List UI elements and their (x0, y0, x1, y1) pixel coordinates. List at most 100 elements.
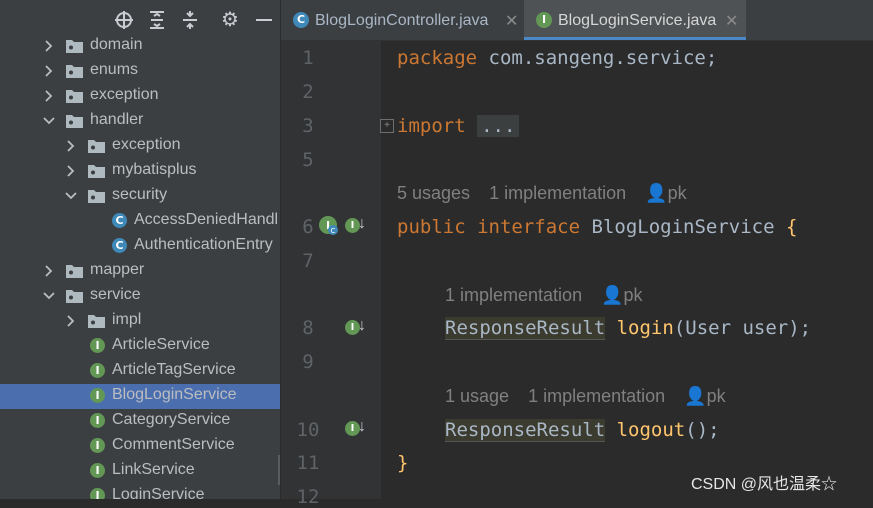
gear-icon[interactable]: ⚙ (220, 10, 240, 30)
tree-item-label: AuthenticationEntry (134, 236, 273, 253)
tree-item[interactable]: C AuthenticationEntry (0, 234, 280, 259)
interface-icon: I (90, 413, 105, 428)
implemented-down-arrow-icon[interactable]: ↓ (358, 418, 366, 436)
tree-item[interactable]: I ArticleService (0, 334, 280, 359)
interface-name: BlogLoginService (591, 216, 775, 238)
chevron-down-icon[interactable] (43, 113, 55, 129)
tree-item[interactable]: C AccessDeniedHandl (0, 209, 280, 234)
close-icon[interactable]: ✕ (505, 11, 518, 31)
tree-item[interactable]: service (0, 284, 280, 309)
implementations-hint[interactable]: 1 implementation (489, 183, 626, 203)
package-folder-icon (66, 264, 83, 278)
chevron-right-icon[interactable] (65, 138, 77, 154)
tree-item[interactable]: enums (0, 59, 280, 84)
tree-item[interactable]: handler (0, 109, 280, 134)
code-vision-hint[interactable]: 5 usages 1 implementation 👤pk (397, 183, 687, 204)
keyword: import (397, 115, 466, 137)
author-hint: pk (667, 183, 687, 203)
method-name: logout (616, 419, 686, 441)
line-number: 12 (296, 486, 320, 508)
line-number: 2 (302, 81, 314, 103)
method-name: login (616, 317, 674, 339)
package-folder-icon (66, 114, 83, 128)
tree-item[interactable]: I CategoryService (0, 409, 280, 434)
line-number: 7 (302, 250, 314, 272)
tree-item[interactable]: mapper (0, 259, 280, 284)
tab-blog-login-service[interactable]: I BlogLoginService.java ✕ (524, 0, 746, 40)
author-icon: 👤 (684, 386, 707, 406)
chevron-right-icon[interactable] (43, 38, 55, 54)
class-icon: C (112, 238, 127, 253)
line-number: 1 (302, 47, 314, 69)
implementations-hint[interactable]: 1 implementation (445, 285, 582, 305)
interface-icon: I (90, 463, 105, 478)
tab-label: BlogLoginController.java (315, 12, 489, 29)
code-line-8[interactable]: ResponseResult login(User user); (445, 317, 811, 340)
package-name: com.sangeng.service; (488, 47, 718, 69)
tree-item[interactable]: security (0, 184, 280, 209)
package-folder-icon (66, 89, 83, 103)
tree-item[interactable]: exception (0, 134, 280, 159)
tree-item[interactable]: mybatisplus (0, 159, 280, 184)
line-number: 11 (296, 452, 320, 474)
tree-item-label: ArticleService (112, 336, 210, 353)
return-type: ResponseResult (445, 419, 606, 442)
chevron-right-icon[interactable] (43, 88, 55, 104)
return-type: ResponseResult (445, 317, 606, 340)
chevron-right-icon[interactable] (65, 163, 77, 179)
implemented-icon[interactable]: IC (318, 215, 338, 235)
tree-item[interactable]: impl (0, 309, 280, 334)
code-vision-hint[interactable]: 1 implementation 👤pk (445, 285, 643, 306)
code-line-6[interactable]: public interface BlogLoginService { (397, 216, 797, 238)
code-line-10[interactable]: ResponseResult logout(); (445, 419, 720, 442)
tree-item[interactable]: I LoginService (0, 484, 280, 499)
tree-item-label: service (90, 286, 141, 303)
interface-icon: I (90, 338, 105, 353)
tree-item-label: handler (90, 111, 144, 128)
keyword: interface (477, 216, 581, 238)
chevron-right-icon[interactable] (43, 263, 55, 279)
tree-item[interactable]: domain (0, 34, 280, 59)
usages-hint[interactable]: 1 usage (445, 386, 509, 406)
close-icon[interactable]: ✕ (725, 11, 738, 31)
minimize-icon[interactable] (254, 10, 274, 30)
class-icon: C (112, 213, 127, 228)
implemented-down-arrow-icon[interactable]: ↓ (358, 215, 366, 233)
method-args: (); (685, 419, 720, 441)
implementations-hint[interactable]: 1 implementation (528, 386, 665, 406)
line-number: 9 (302, 351, 314, 373)
chevron-down-icon[interactable] (43, 288, 55, 304)
interface-icon: I (90, 438, 105, 453)
tree-item[interactable]: I LinkService (0, 459, 280, 484)
tree-item[interactable]: I BlogLoginService (0, 384, 280, 409)
code-line-1[interactable]: package com.sangeng.service; (397, 47, 717, 69)
author-hint: pk (706, 386, 726, 406)
chevron-down-icon[interactable] (65, 188, 77, 204)
chevron-right-icon[interactable] (65, 313, 77, 329)
tree-item-label: domain (90, 36, 143, 53)
tree-item[interactable]: I ArticleTagService (0, 359, 280, 384)
interface-icon: I (90, 363, 105, 378)
package-folder-icon (66, 289, 83, 303)
expand-all-icon[interactable] (147, 10, 167, 30)
code-line-3[interactable]: import ... (397, 115, 520, 137)
fold-toggle-icon[interactable]: + (380, 119, 394, 133)
chevron-right-icon[interactable] (43, 63, 55, 79)
code-vision-hint[interactable]: 1 usage 1 implementation 👤pk (445, 386, 726, 407)
line-number: 10 (296, 419, 320, 441)
watermark: CSDN @风也温柔☆ (691, 476, 838, 493)
tree-item-label: mybatisplus (112, 161, 197, 178)
tree-item[interactable]: exception (0, 84, 280, 109)
close-brace: } (397, 452, 409, 474)
tree-item[interactable]: I CommentService (0, 434, 280, 459)
tab-blog-login-controller[interactable]: C BlogLoginController.java ✕ (281, 0, 521, 40)
target-icon[interactable] (114, 10, 134, 30)
project-panel: ⚙ domain enums exception handler exception my… (0, 0, 280, 499)
folded-imports[interactable]: ... (477, 115, 520, 137)
implemented-down-arrow-icon[interactable]: ↓ (358, 317, 366, 335)
collapse-all-icon[interactable] (180, 10, 200, 30)
tree-item-label: enums (90, 61, 139, 78)
tree-item-label: CommentService (112, 436, 235, 453)
tab-label: BlogLoginService.java (558, 12, 717, 29)
usages-hint[interactable]: 5 usages (397, 183, 470, 203)
